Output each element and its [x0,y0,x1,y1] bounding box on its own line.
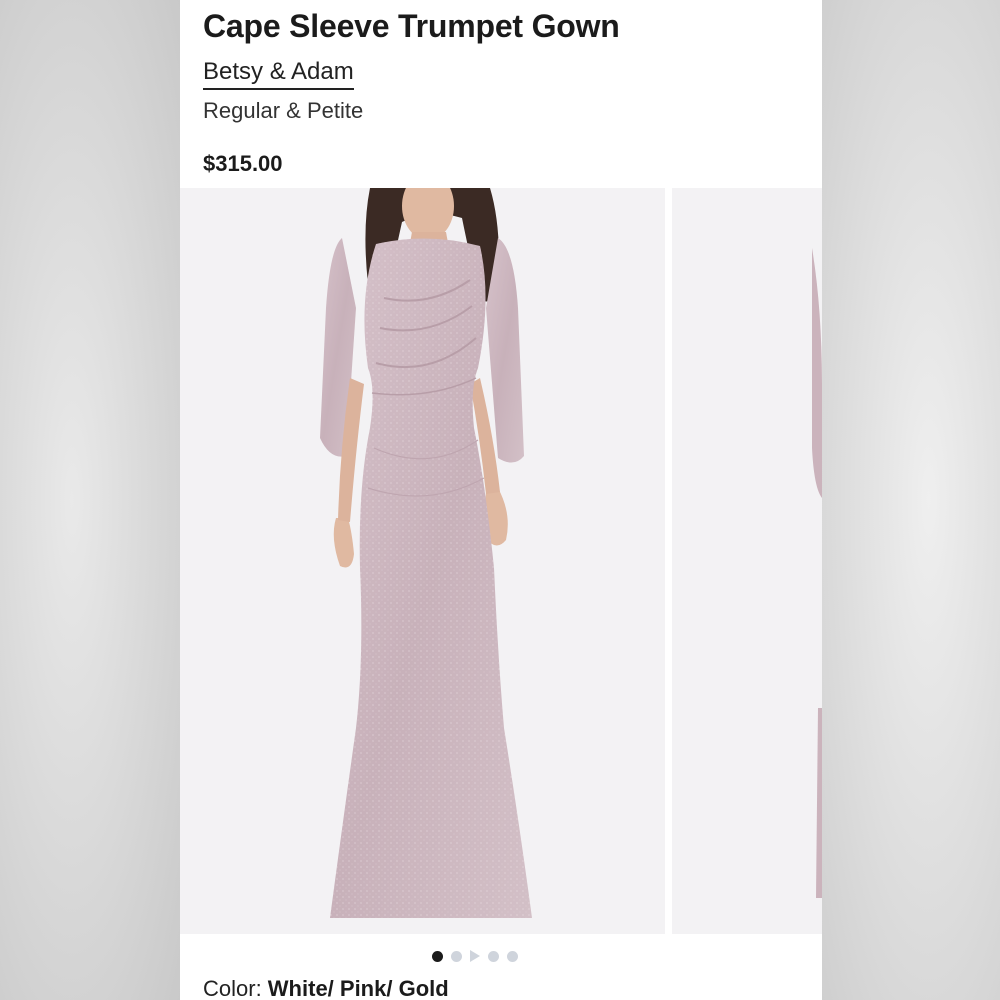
product-photo-next[interactable] [672,188,822,934]
next-photo-preview [672,188,822,934]
carousel-pagination [432,949,518,963]
blurred-left-backdrop [0,0,180,1000]
product-title: Cape Sleeve Trumpet Gown [203,8,620,44]
carousel-dot-4[interactable] [488,950,499,962]
product-price: $315.00 [203,151,283,176]
color-value: White/ Pink/ Gold [267,976,449,1000]
product-photo-main[interactable] [180,188,665,934]
product-panel: Cape Sleeve Trumpet Gown Betsy & Adam Re… [180,0,822,1000]
carousel-video-play-icon[interactable] [470,950,480,962]
carousel-dot-2[interactable] [451,950,462,962]
carousel-dot-1[interactable] [432,950,443,962]
blurred-right-backdrop [822,0,1000,1000]
color-selection: Color: White/ Pink/ Gold [203,976,449,1000]
model-in-gown-illustration [180,188,665,934]
color-label: Color: [203,976,268,1000]
fit-options-text: Regular & Petite [203,98,364,123]
carousel-dot-5[interactable] [507,950,518,962]
brand-link[interactable]: Betsy & Adam [203,58,354,90]
image-gallery[interactable] [180,188,822,934]
